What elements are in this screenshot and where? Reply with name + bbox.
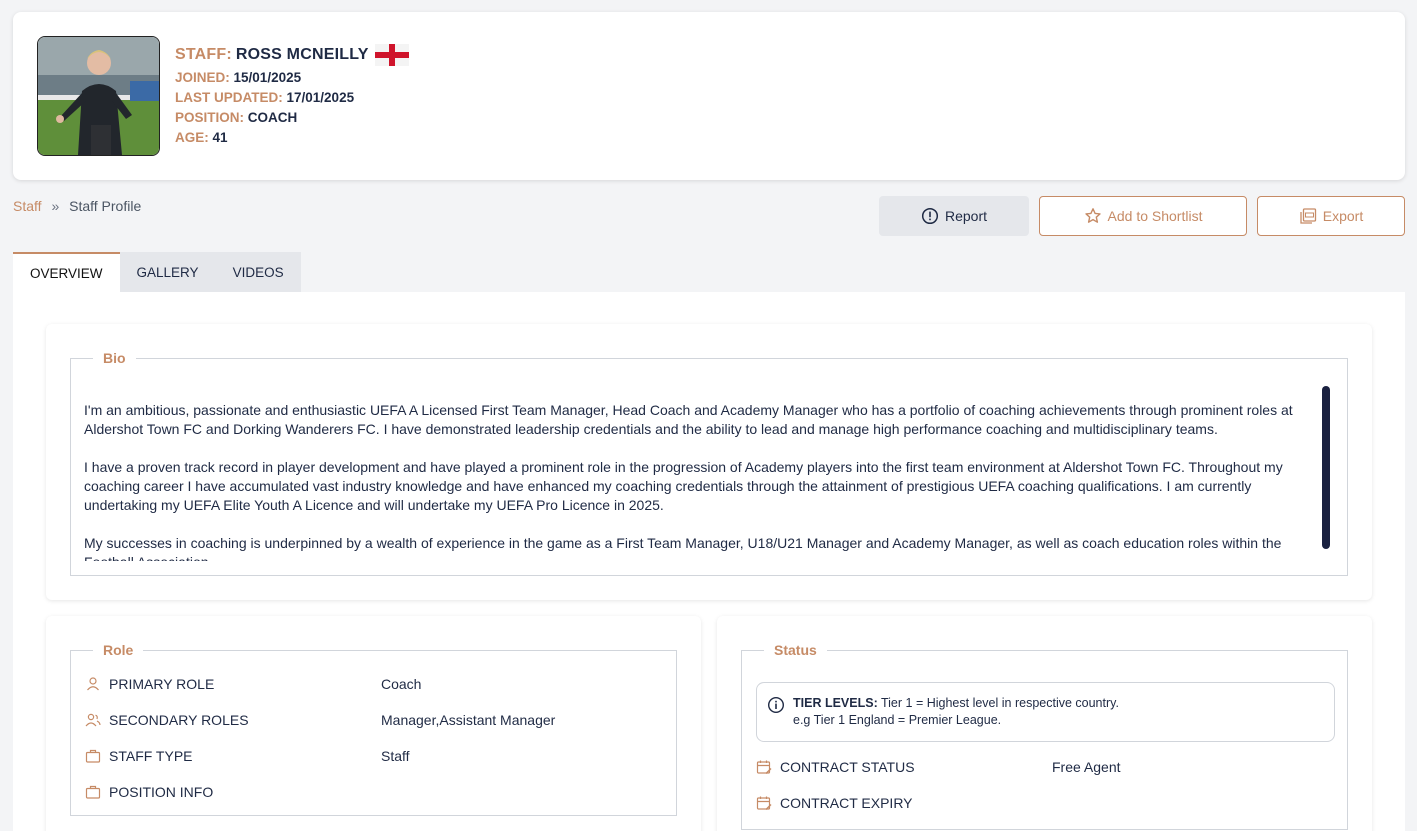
bio-fieldset: Bio I'm an ambitious, passionate and ent… — [70, 350, 1348, 576]
tier-levels-info-box: TIER LEVELS: Tier 1 = Highest level in r… — [756, 682, 1335, 742]
last-updated-row: LAST UPDATED: 17/01/2025 — [175, 90, 409, 106]
tier-levels-example: e.g Tier 1 England = Premier League. — [793, 713, 1002, 727]
tab-overview[interactable]: OVERVIEW — [13, 252, 120, 292]
pdf-file-icon — [1300, 208, 1316, 224]
add-to-shortlist-button[interactable]: Add to Shortlist — [1039, 196, 1247, 236]
position-row: POSITION: COACH — [175, 110, 409, 126]
status-legend: Status — [764, 642, 827, 658]
calendar-edit-icon — [756, 796, 772, 810]
status-fieldset: Status TIER LEVELS: Tier 1 = Highest lev… — [741, 642, 1348, 830]
calendar-edit-icon — [756, 760, 772, 774]
report-button-label: Report — [944, 208, 988, 224]
star-icon — [1084, 208, 1101, 223]
age-value: 41 — [212, 130, 228, 145]
info-icon — [767, 696, 785, 714]
staff-label: STAFF: — [175, 46, 232, 63]
secondary-roles-row: SECONDARY ROLES Manager,Assistant Manage… — [85, 710, 555, 730]
status-card: Status TIER LEVELS: Tier 1 = Highest lev… — [717, 616, 1372, 831]
tier-levels-title: TIER LEVELS: — [793, 696, 878, 710]
primary-role-label: PRIMARY ROLE — [109, 676, 215, 692]
bio-scrollbar[interactable] — [1322, 386, 1330, 549]
report-button[interactable]: Report — [879, 196, 1029, 236]
position-label: POSITION: — [175, 110, 245, 125]
contract-status-value: Free Agent — [1052, 759, 1121, 775]
england-flag-icon — [374, 44, 409, 66]
last-updated-label: LAST UPDATED: — [175, 90, 283, 105]
tier-levels-line: TIER LEVELS: Tier 1 = Highest level in r… — [793, 696, 1119, 710]
briefcase-icon — [85, 785, 101, 799]
add-to-shortlist-label: Add to Shortlist — [1107, 208, 1203, 224]
staff-name: ROSS MCNEILLY — [235, 46, 369, 63]
contract-expiry-label: CONTRACT EXPIRY — [780, 795, 913, 811]
bio-paragraph: I'm an ambitious, passionate and enthusi… — [84, 402, 1293, 437]
age-label: AGE: — [175, 130, 209, 145]
staff-type-row: STAFF TYPE Staff — [85, 746, 410, 766]
tab-gallery[interactable]: GALLERY — [119, 252, 216, 292]
bio-paragraph: My successes in coaching is underpinned … — [84, 535, 1282, 561]
user-icon — [87, 677, 99, 691]
staff-meta: STAFF: ROSS MCNEILLY JOINED: 15/01/2025 … — [175, 44, 409, 146]
position-value: COACH — [247, 110, 298, 125]
contract-status-row: CONTRACT STATUS Free Agent — [756, 757, 1121, 777]
staff-photo — [37, 36, 160, 156]
bio-text-scroll-area[interactable]: I'm an ambitious, passionate and enthusi… — [84, 389, 1314, 561]
role-fieldset: Role PRIMARY ROLE Coach SECONDARY ROLES … — [70, 642, 677, 816]
alert-circle-icon — [921, 207, 939, 225]
contract-expiry-row: CONTRACT EXPIRY — [756, 793, 913, 813]
tab-videos[interactable]: VIDEOS — [215, 252, 301, 292]
joined-row: JOINED: 15/01/2025 — [175, 70, 409, 86]
users-icon — [85, 713, 101, 727]
primary-role-value: Coach — [381, 676, 422, 692]
primary-role-row: PRIMARY ROLE Coach — [85, 674, 421, 694]
export-button[interactable]: Export — [1257, 196, 1405, 236]
breadcrumb: Staff » Staff Profile — [13, 198, 141, 214]
tier-levels-text: Tier 1 = Highest level in respective cou… — [877, 696, 1119, 710]
joined-label: JOINED: — [175, 70, 230, 85]
bio-card: Bio I'm an ambitious, passionate and ent… — [46, 324, 1372, 600]
bio-legend: Bio — [93, 350, 136, 366]
role-card: Role PRIMARY ROLE Coach SECONDARY ROLES … — [46, 616, 701, 831]
export-button-label: Export — [1322, 208, 1364, 224]
staff-name-line: STAFF: ROSS MCNEILLY — [175, 44, 409, 66]
breadcrumb-staff-link[interactable]: Staff — [13, 198, 42, 214]
position-info-label: POSITION INFO — [109, 784, 214, 800]
briefcase-icon — [85, 749, 101, 763]
age-row: AGE: 41 — [175, 130, 409, 146]
staff-type-value: Staff — [381, 748, 410, 764]
staff-type-label: STAFF TYPE — [109, 748, 193, 764]
position-info-row: POSITION INFO — [85, 782, 213, 802]
secondary-roles-label: SECONDARY ROLES — [109, 712, 249, 728]
breadcrumb-separator: » — [51, 198, 60, 214]
bio-paragraph: I have a proven track record in player d… — [84, 459, 1283, 513]
contract-status-label: CONTRACT STATUS — [780, 759, 915, 775]
role-legend: Role — [93, 642, 144, 658]
last-updated-value: 17/01/2025 — [286, 90, 355, 105]
breadcrumb-current: Staff Profile — [69, 198, 142, 214]
staff-photo-image — [38, 37, 159, 155]
profile-tabs: OVERVIEW GALLERY VIDEOS — [13, 252, 301, 292]
secondary-roles-value: Manager,Assistant Manager — [381, 712, 556, 728]
joined-value: 15/01/2025 — [233, 70, 302, 85]
staff-header-card: STAFF: ROSS MCNEILLY JOINED: 15/01/2025 … — [13, 12, 1405, 180]
